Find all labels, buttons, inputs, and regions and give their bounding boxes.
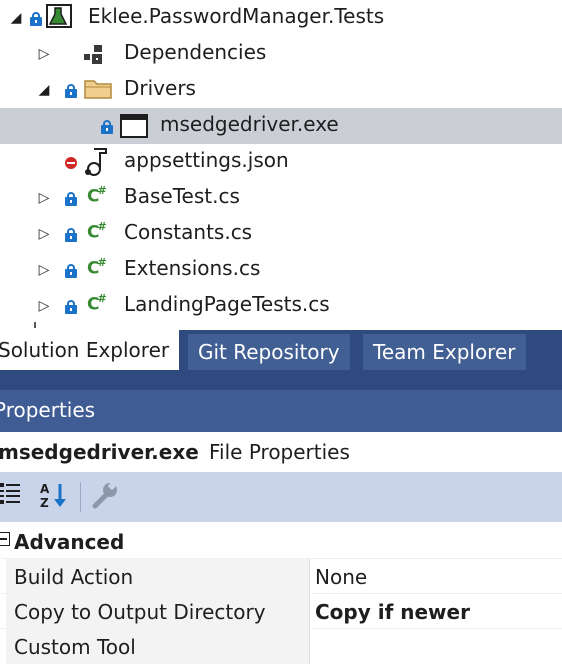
csharp-file-icon: C# — [87, 292, 107, 315]
tree-item-label: msedgedriver.exe — [160, 112, 339, 136]
property-row-build-action[interactable]: Build Action None — [0, 558, 562, 594]
tree-item-drivers-folder[interactable]: ◢ Drivers — [0, 72, 562, 108]
tab-team-explorer[interactable]: Team Explorer — [363, 334, 526, 370]
tab-label: Team Explorer — [373, 340, 516, 364]
expand-icon[interactable]: ▷ — [36, 188, 52, 208]
property-row-custom-tool[interactable]: Custom Tool — [0, 628, 562, 664]
property-value-cell[interactable]: None — [311, 559, 562, 594]
csharp-file-icon: C# — [87, 220, 107, 243]
exe-file-icon — [119, 113, 148, 138]
property-name-cell: Custom Tool — [6, 629, 310, 664]
property-name: Custom Tool — [14, 635, 136, 659]
tree-item-label: LandingPageTests.cs — [124, 292, 330, 316]
svg-text:Z: Z — [40, 496, 49, 510]
json-file-icon — [82, 147, 110, 176]
dependencies-icon — [82, 44, 110, 68]
properties-toolbar: A Z — [0, 472, 562, 522]
property-name: Copy to Output Directory — [14, 600, 266, 624]
tree-item-constants[interactable]: ▷ C# Constants.cs — [0, 216, 562, 252]
properties-title: Properties — [0, 398, 96, 422]
category-advanced[interactable]: Advanced — [0, 522, 562, 558]
property-value-cell[interactable]: Copy if newer — [311, 594, 562, 629]
excluded-icon — [65, 157, 77, 169]
tool-window-tabs: Solution Explorer Git Repository Team Ex… — [0, 330, 562, 370]
tree-item-project[interactable]: ◢ Eklee.PasswordManager.Tests — [0, 0, 562, 36]
tree-item-label: appsettings.json — [124, 148, 289, 172]
properties-title-bar[interactable]: Properties — [0, 390, 562, 432]
folder-icon — [84, 78, 112, 102]
lock-icon — [30, 12, 42, 26]
categorized-icon[interactable] — [0, 480, 28, 512]
category-label: Advanced — [14, 530, 125, 554]
property-value-cell[interactable] — [311, 629, 562, 664]
tree-item-basetest[interactable]: ▷ C# BaseTest.cs — [0, 180, 562, 216]
lock-icon — [65, 192, 77, 206]
alphabetical-sort-icon[interactable]: A Z — [38, 480, 70, 512]
tree-item-appsettings[interactable]: appsettings.json — [0, 144, 562, 180]
partial-row-marker — [34, 322, 36, 328]
csharp-file-icon: C# — [87, 184, 107, 207]
properties-object-selector[interactable]: msedgedriver.exe File Properties — [0, 432, 562, 472]
expand-icon[interactable]: ▷ — [36, 224, 52, 244]
tree-item-extensions[interactable]: ▷ C# Extensions.cs — [0, 252, 562, 288]
tree-item-label: Extensions.cs — [124, 256, 261, 280]
csharp-file-icon: C# — [87, 256, 107, 279]
tree-item-label: Constants.cs — [124, 220, 253, 244]
tree-item-msedgedriver[interactable]: msedgedriver.exe — [0, 108, 562, 144]
tab-git-repository[interactable]: Git Repository — [188, 334, 350, 370]
property-value: None — [315, 565, 368, 589]
object-name: msedgedriver.exe — [0, 440, 199, 464]
object-type: File Properties — [209, 440, 350, 464]
svg-text:A: A — [40, 482, 50, 496]
property-grid: Advanced Build Action None Copy to Outpu… — [0, 522, 562, 666]
tree-item-label: Eklee.PasswordManager.Tests — [88, 4, 385, 28]
collapse-icon[interactable]: ◢ — [36, 80, 52, 100]
wrench-icon[interactable] — [90, 480, 122, 512]
panel-divider[interactable] — [0, 370, 562, 390]
lock-icon — [65, 228, 77, 242]
lock-icon — [65, 264, 77, 278]
tree-item-dependencies[interactable]: ▷ Dependencies — [0, 36, 562, 72]
expand-icon[interactable]: ▷ — [36, 260, 52, 280]
tab-label: Solution Explorer — [0, 338, 170, 362]
test-project-icon — [46, 4, 74, 28]
lock-icon — [65, 84, 77, 98]
tab-solution-explorer[interactable]: Solution Explorer — [0, 330, 180, 370]
tree-item-label: Drivers — [124, 76, 196, 100]
expand-icon[interactable]: ▷ — [36, 44, 52, 64]
tree-item-label: Dependencies — [124, 40, 267, 64]
tree-item-label: BaseTest.cs — [124, 184, 240, 208]
tab-label: Git Repository — [198, 340, 340, 364]
property-value: Copy if newer — [315, 600, 470, 624]
property-row-copy-to-output[interactable]: Copy to Output Directory Copy if newer — [0, 593, 562, 629]
property-name-cell: Build Action — [6, 559, 310, 594]
lock-icon — [65, 300, 77, 314]
property-name-cell: Copy to Output Directory — [6, 594, 310, 629]
expand-collapse-icon[interactable]: ◢ — [8, 8, 24, 28]
tree-item-landingpagetests[interactable]: ▷ C# LandingPageTests.cs — [0, 288, 562, 324]
lock-icon — [101, 120, 113, 134]
toolbar-separator — [80, 482, 81, 512]
solution-explorer-tree: ◢ Eklee.PasswordManager.Tests ▷ Dependen… — [0, 0, 562, 330]
property-name: Build Action — [14, 565, 134, 589]
collapse-category-icon[interactable] — [0, 532, 10, 546]
expand-icon[interactable]: ▷ — [36, 296, 52, 316]
